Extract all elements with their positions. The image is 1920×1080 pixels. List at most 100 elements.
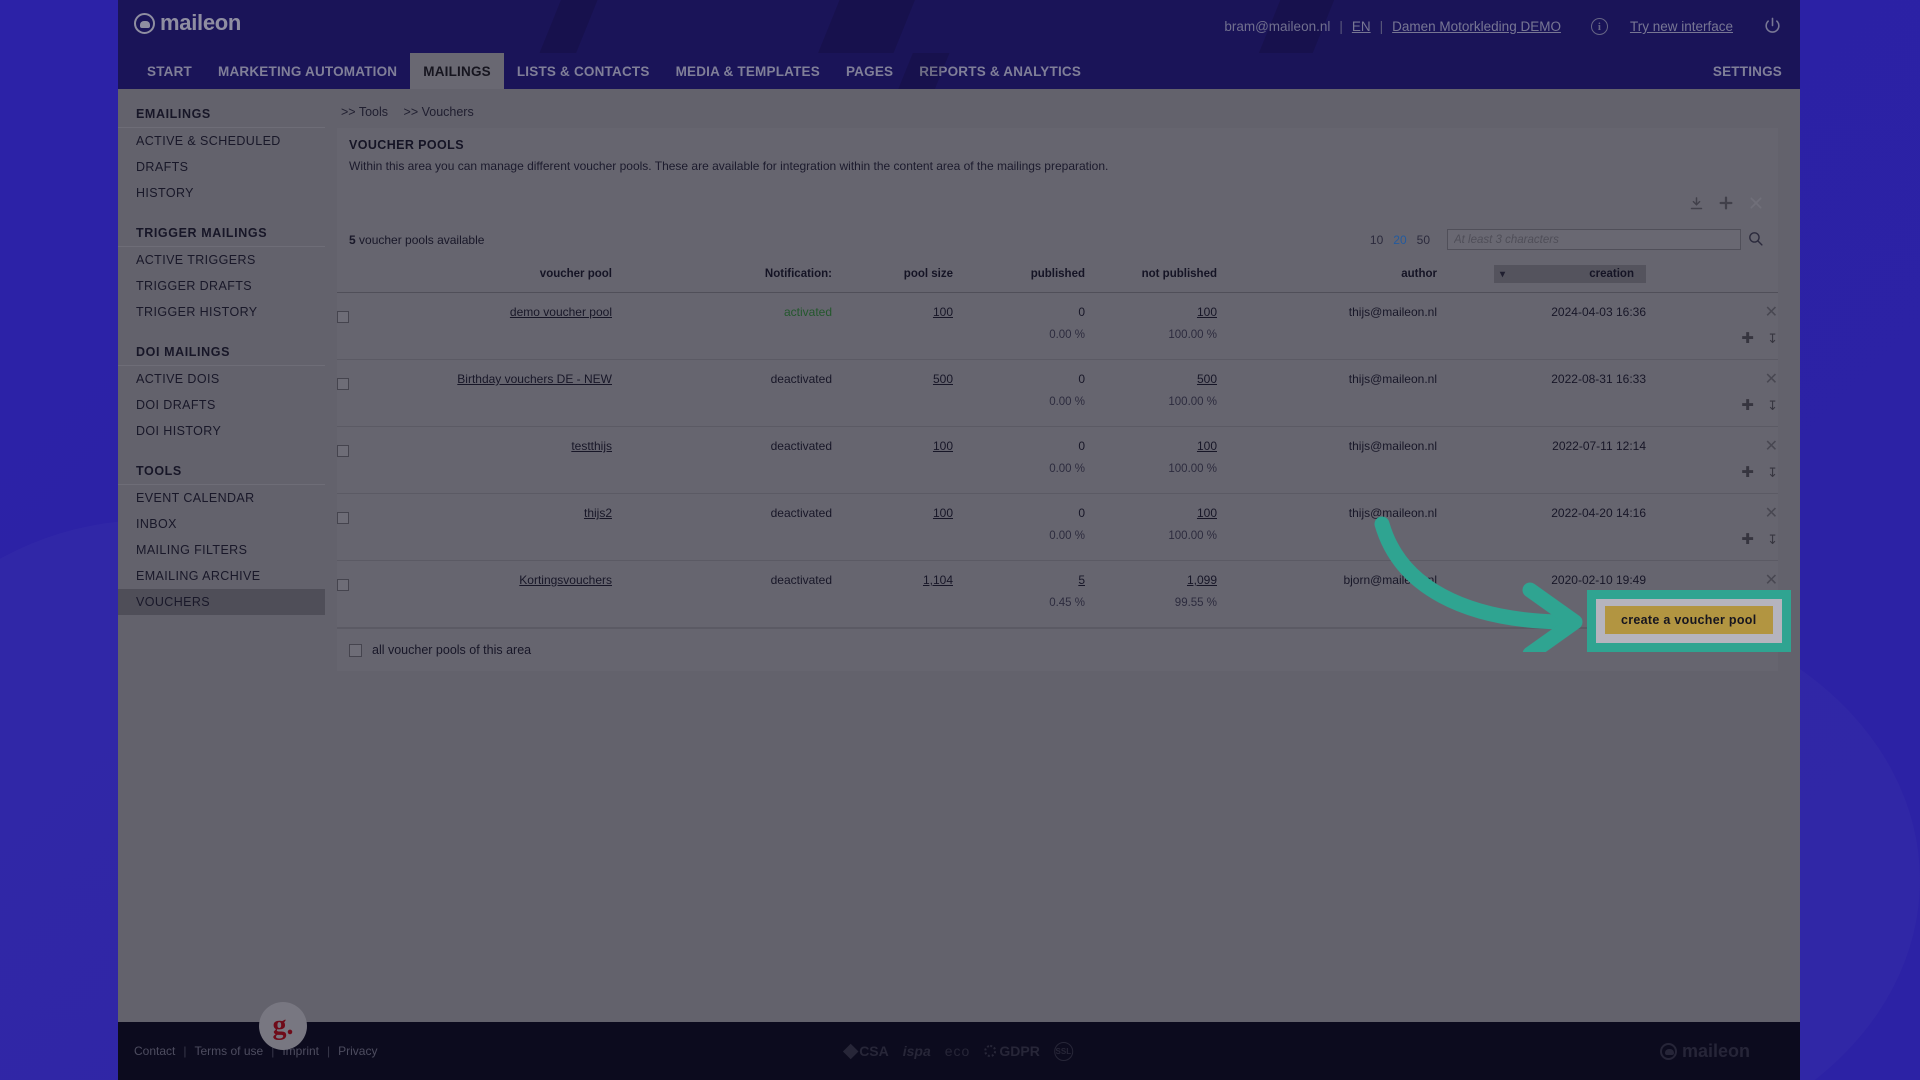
sidebar-item-history[interactable]: HISTORY	[118, 180, 325, 206]
search-icon[interactable]	[1747, 230, 1764, 250]
cell-published: 0	[1078, 372, 1085, 386]
sidebar-item-emailing-archive[interactable]: EMAILING ARCHIVE	[118, 563, 325, 589]
delete-icon[interactable]: ✕	[1765, 572, 1778, 589]
create-voucher-pool-button[interactable]: create a voucher pool	[1605, 606, 1773, 634]
voucher-pool-link[interactable]: thijs2	[584, 506, 612, 520]
maileon-logo[interactable]: maileon	[134, 10, 241, 36]
info-icon[interactable]: i	[1590, 18, 1608, 35]
download-vouchers-icon[interactable]: ↧	[1767, 532, 1778, 547]
breadcrumb-item-vouchers[interactable]: >> Vouchers	[404, 105, 474, 119]
cell-author: thijs@maileon.nl	[1348, 439, 1437, 453]
voucher-pool-link[interactable]: Kortingsvouchers	[519, 573, 612, 587]
download-vouchers-icon[interactable]: ↧	[1767, 465, 1778, 480]
cell-not-published-pct: 100.00 %	[1168, 329, 1217, 341]
sidebar-item-drafts[interactable]: DRAFTS	[118, 154, 325, 180]
sidebar-item-doi-drafts[interactable]: DOI DRAFTS	[118, 392, 325, 418]
table-row[interactable]: thijs2 deactivated 100 0 100 thijs@maile…	[337, 494, 1778, 524]
nav-item-media-templates[interactable]: MEDIA & TEMPLATES	[663, 53, 833, 89]
sort-control-creation[interactable]: ▾ creation	[1494, 265, 1646, 283]
page-size-10[interactable]: 10	[1365, 233, 1388, 247]
sidebar-item-trigger-history[interactable]: TRIGGER HISTORY	[118, 299, 325, 325]
try-new-interface-link[interactable]: Try new interface	[1630, 19, 1733, 34]
voucher-pool-link[interactable]: Birthday vouchers DE - NEW	[457, 372, 612, 386]
footer-link-terms[interactable]: Terms of use	[194, 1044, 263, 1058]
close-icon[interactable]	[1748, 195, 1764, 216]
nav-item-settings[interactable]: SETTINGS	[1713, 53, 1800, 89]
nav-item-mailings[interactable]: MAILINGS	[410, 53, 504, 89]
table-header-row: voucher pool Notification: pool size pub…	[337, 255, 1778, 293]
sidebar-item-mailing-filters[interactable]: MAILING FILTERS	[118, 537, 325, 563]
pool-size-link[interactable]: 100	[933, 305, 953, 319]
sidebar-item-event-calendar[interactable]: EVENT CALENDAR	[118, 485, 325, 511]
not-published-link[interactable]: 1,099	[1187, 573, 1217, 587]
add-vouchers-icon[interactable]: ✚	[1741, 397, 1754, 414]
cell-published: 0	[1078, 305, 1085, 319]
column-notification[interactable]: Notification:	[612, 255, 832, 293]
language-link[interactable]: EN	[1352, 19, 1371, 34]
nav-item-pages[interactable]: PAGES	[833, 53, 906, 89]
column-creation[interactable]: ▾ creation	[1437, 255, 1646, 293]
cell-spacer	[612, 455, 832, 494]
sidebar-item-doi-history[interactable]: DOI HISTORY	[118, 418, 325, 444]
power-icon[interactable]	[1763, 16, 1782, 38]
sidebar-item-active-scheduled[interactable]: ACTIVE & SCHEDULED	[118, 128, 325, 154]
download-icon[interactable]	[1689, 196, 1704, 216]
page-size-50[interactable]: 50	[1412, 233, 1435, 247]
pool-size-link[interactable]: 500	[933, 372, 953, 386]
footer-link-contact[interactable]: Contact	[134, 1044, 175, 1058]
download-vouchers-icon[interactable]: ↧	[1767, 398, 1778, 413]
column-not-published[interactable]: not published	[1085, 255, 1217, 293]
nav-item-lists-contacts[interactable]: LISTS & CONTACTS	[504, 53, 663, 89]
download-vouchers-icon[interactable]: ↧	[1767, 331, 1778, 346]
sidebar-item-active-dois[interactable]: ACTIVE DOIS	[118, 366, 325, 392]
delete-icon[interactable]: ✕	[1765, 505, 1778, 522]
sidebar-item-active-triggers[interactable]: ACTIVE TRIGGERS	[118, 247, 325, 273]
delete-icon[interactable]: ✕	[1765, 304, 1778, 321]
not-published-link[interactable]: 100	[1197, 305, 1217, 319]
page-size-20[interactable]: 20	[1388, 233, 1411, 247]
column-author[interactable]: author	[1217, 255, 1437, 293]
account-link[interactable]: Damen Motorkleding DEMO	[1392, 19, 1561, 34]
pool-size-link[interactable]: 100	[933, 439, 953, 453]
table-row[interactable]: demo voucher pool activated 100 0 100 th…	[337, 293, 1778, 323]
add-vouchers-icon[interactable]: ✚	[1741, 531, 1754, 548]
sidebar-group-trigger-mailings: TRIGGER MAILINGS ACTIVE TRIGGERS TRIGGER…	[118, 226, 337, 325]
select-all-checkbox[interactable]	[349, 643, 362, 657]
sidebar-item-trigger-drafts[interactable]: TRIGGER DRAFTS	[118, 273, 325, 299]
not-published-link[interactable]: 500	[1197, 372, 1217, 386]
delete-icon[interactable]: ✕	[1765, 371, 1778, 388]
voucher-pool-link[interactable]: demo voucher pool	[510, 305, 612, 319]
breadcrumb-item-tools[interactable]: >> Tools	[341, 105, 388, 119]
nav-item-start[interactable]: START	[134, 53, 205, 89]
table-row[interactable]: testthijs deactivated 100 0 100 thijs@ma…	[337, 427, 1778, 457]
not-published-link[interactable]: 100	[1197, 506, 1217, 520]
voucher-pool-link[interactable]: testthijs	[571, 439, 612, 453]
add-vouchers-icon[interactable]: ✚	[1741, 464, 1754, 481]
plus-icon[interactable]	[1718, 195, 1734, 216]
delete-icon[interactable]: ✕	[1765, 438, 1778, 455]
cell-actions: ✕	[1646, 494, 1778, 523]
search-input[interactable]	[1447, 229, 1741, 250]
cell-not-published-pct: 100.00 %	[1168, 463, 1217, 475]
csa-badge: CSA	[842, 1043, 889, 1059]
cell-notification: activated	[783, 305, 832, 319]
sidebar-group-title: DOI MAILINGS	[118, 345, 325, 366]
cell-creation: 2020-02-10 19:49	[1551, 573, 1646, 587]
sidebar-item-inbox[interactable]: INBOX	[118, 511, 325, 537]
add-vouchers-icon[interactable]: ✚	[1741, 330, 1754, 347]
column-published[interactable]: published	[953, 255, 1085, 293]
not-published-link[interactable]: 100	[1197, 439, 1217, 453]
table-row[interactable]: Kortingsvouchers deactivated 1,104 5 1,0…	[337, 561, 1778, 591]
sidebar-group-tools: TOOLS EVENT CALENDAR INBOX MAILING FILTE…	[118, 464, 337, 615]
sidebar-item-vouchers[interactable]: VOUCHERS	[118, 589, 325, 615]
published-link[interactable]: 5	[1078, 573, 1085, 587]
table-row[interactable]: Birthday vouchers DE - NEW deactivated 5…	[337, 360, 1778, 390]
app-footer: Contact | Terms of use | Imprint | Priva…	[118, 1022, 1800, 1080]
pool-size-link[interactable]: 1,104	[923, 573, 953, 587]
column-pool-size[interactable]: pool size	[832, 255, 953, 293]
nav-item-marketing-automation[interactable]: MARKETING AUTOMATION	[205, 53, 410, 89]
pool-size-link[interactable]: 100	[933, 506, 953, 520]
footer-link-privacy[interactable]: Privacy	[338, 1044, 377, 1058]
column-voucher-pool[interactable]: voucher pool	[337, 255, 612, 293]
chat-widget-button[interactable]: g.	[259, 1002, 307, 1050]
